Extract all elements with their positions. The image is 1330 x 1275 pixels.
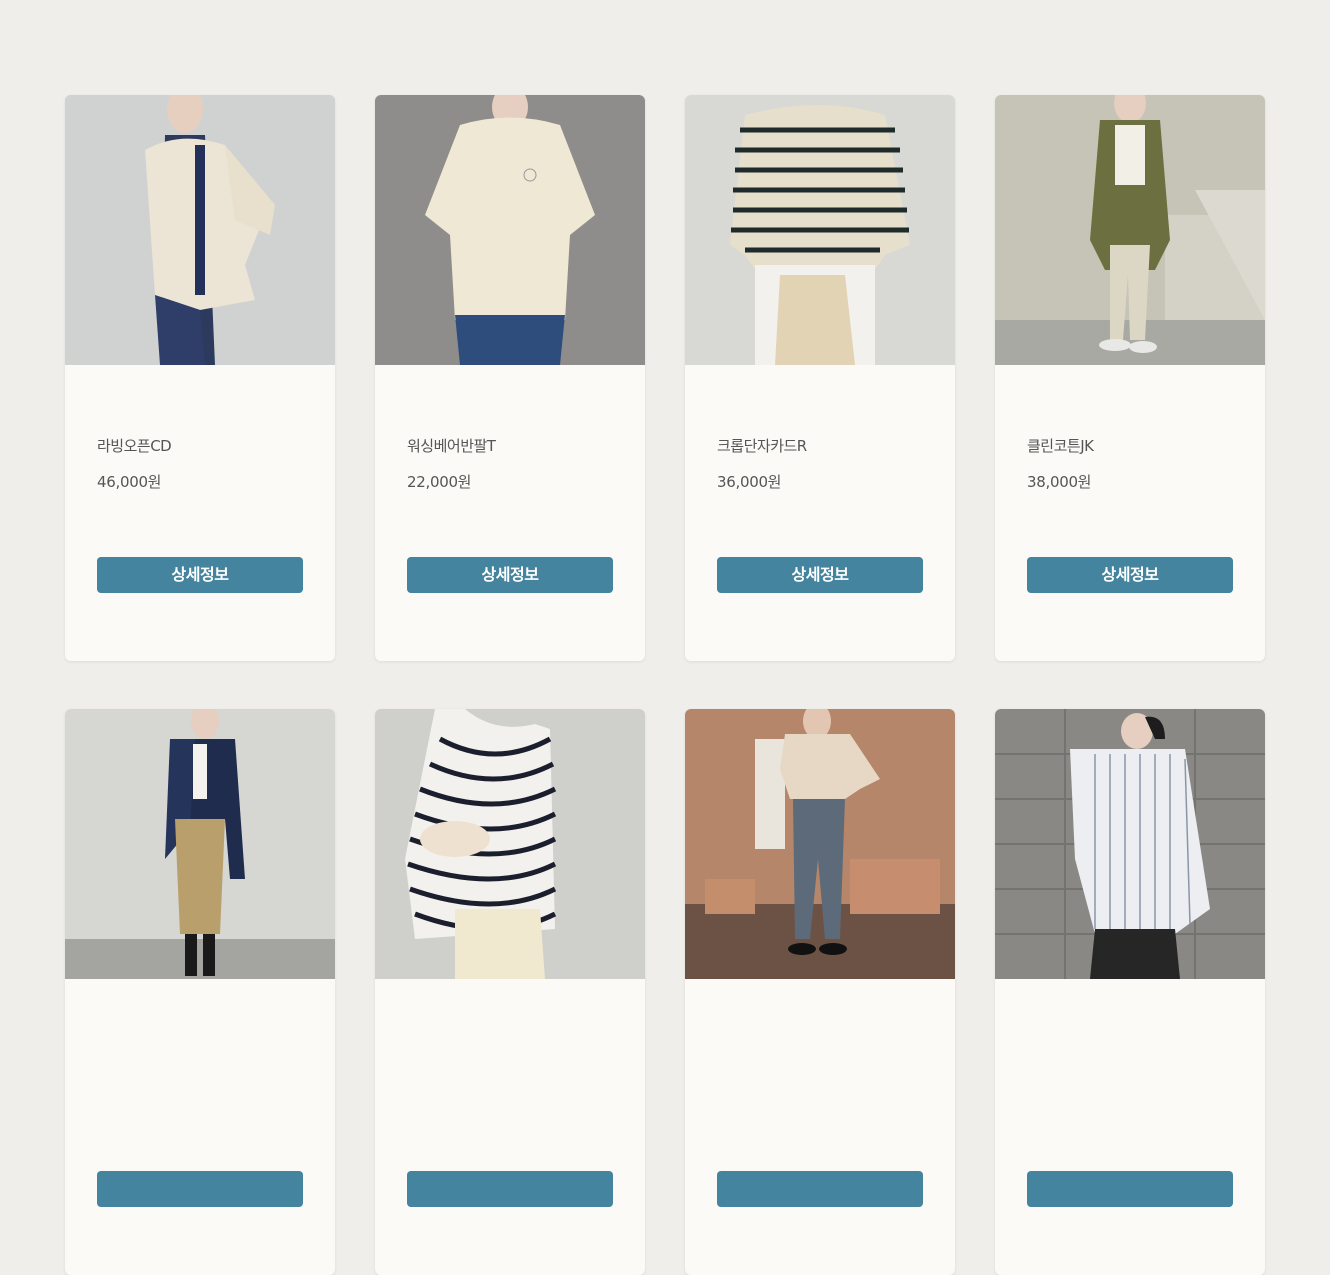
product-price: 22,000원 — [407, 473, 472, 491]
striped-tee-photo[interactable] — [375, 709, 645, 979]
product-card — [995, 709, 1265, 1275]
detail-button[interactable] — [97, 1171, 303, 1207]
product-name[interactable]: 워싱베어반팔T — [407, 435, 613, 457]
detail-button[interactable]: 상세정보 — [1027, 557, 1233, 593]
product-card: 클린코튼JK 38,000원 상세정보 — [995, 95, 1265, 661]
striped-knit-photo[interactable] — [685, 95, 955, 365]
product-name[interactable]: 크롭단자카드R — [717, 435, 923, 457]
product-card: 크롭단자카드R 36,000원 상세정보 — [685, 95, 955, 661]
product-price: 36,000원 — [717, 473, 782, 491]
product-card: 라빙오픈CD 46,000원 상세정보 — [65, 95, 335, 661]
detail-button[interactable] — [407, 1171, 613, 1207]
beige-sweater-photo[interactable] — [685, 709, 955, 979]
cream-cardigan-photo[interactable] — [65, 95, 335, 365]
product-price: 46,000원 — [97, 473, 162, 491]
product-grid: 라빙오픈CD 46,000원 상세정보 워싱베어반팔T 22,000원 상세정보 — [65, 95, 1265, 1275]
product-name[interactable]: 클린코튼JK — [1027, 435, 1233, 457]
detail-button[interactable]: 상세정보 — [97, 557, 303, 593]
detail-button[interactable] — [1027, 1171, 1233, 1207]
detail-button[interactable]: 상세정보 — [717, 557, 923, 593]
product-name[interactable]: 라빙오픈CD — [97, 435, 303, 457]
ivory-tshirt-photo[interactable] — [375, 95, 645, 365]
detail-button[interactable]: 상세정보 — [407, 557, 613, 593]
detail-button[interactable] — [717, 1171, 923, 1207]
striped-shirt-photo[interactable] — [995, 709, 1265, 979]
product-price: 38,000원 — [1027, 473, 1092, 491]
product-card — [685, 709, 955, 1275]
navy-shirt-photo[interactable] — [65, 709, 335, 979]
khaki-jacket-photo[interactable] — [995, 95, 1265, 365]
product-card: 워싱베어반팔T 22,000원 상세정보 — [375, 95, 645, 661]
product-card — [65, 709, 335, 1275]
product-card — [375, 709, 645, 1275]
